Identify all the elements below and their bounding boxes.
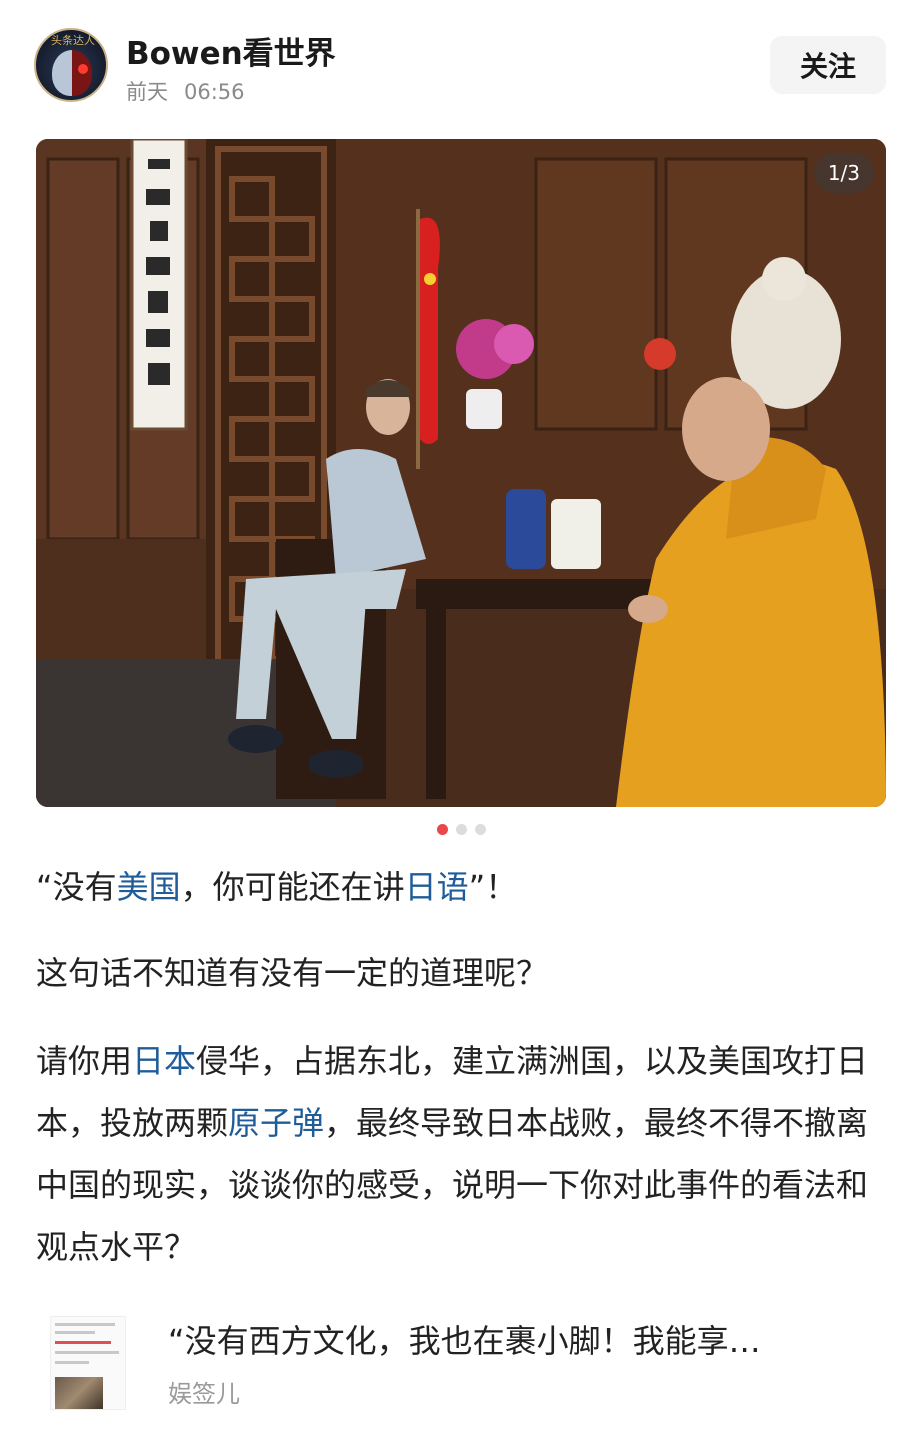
keyword-link[interactable]: 美国	[117, 868, 181, 906]
gallery-pagination	[0, 824, 922, 836]
author-name[interactable]: Bowen看世界	[126, 28, 336, 73]
post-header: 头条达人 Bowen看世界 前天 06:56 关注	[0, 0, 922, 130]
related-source: 娱签儿	[168, 1380, 240, 1408]
avatar-badge-text: 头条达人	[51, 34, 95, 47]
pagination-dot[interactable]	[436, 824, 448, 835]
article-text: “没有	[36, 868, 117, 906]
article-paragraph-2: 这句话不知道有没有一定的道理呢？	[36, 942, 876, 1004]
article-text: 这句话不知道有没有一定的道理呢？	[36, 954, 549, 992]
related-title[interactable]: “没有西方文化，我也在裹小脚！我能享…	[168, 1316, 868, 1362]
pagination-dot[interactable]	[455, 824, 467, 835]
photo-illustration	[36, 139, 886, 807]
post-time: 06:56	[184, 80, 245, 104]
follow-button[interactable]: 关注	[770, 36, 886, 94]
pagination-dot[interactable]	[474, 824, 486, 835]
post-image[interactable]: 1/3	[36, 139, 886, 807]
article-text: ”！	[468, 868, 518, 906]
keyword-link[interactable]: 日本	[132, 1042, 196, 1080]
avatar-eye-graphic	[78, 64, 88, 74]
article-paragraph-3: 请你用日本侵华，占据东北，建立满洲国，以及美国攻打日本，投放两颗原子弹，最终导致…	[36, 1030, 876, 1278]
keyword-link[interactable]: 日语	[405, 868, 469, 906]
related-thumbnail	[50, 1316, 126, 1410]
image-counter: 1/3	[813, 153, 874, 193]
post-date: 前天	[126, 80, 168, 104]
article-text: 请你用	[36, 1042, 133, 1080]
related-article-card[interactable]: “没有西方文化，我也在裹小脚！我能享… 娱签儿	[36, 1308, 886, 1418]
article-text: ，你可能还在讲	[180, 868, 405, 906]
keyword-link[interactable]: 原子弹	[228, 1104, 324, 1142]
article-paragraph-1: “没有美国，你可能还在讲日语”！	[36, 856, 876, 918]
post-meta: 前天 06:56	[126, 76, 261, 106]
author-avatar[interactable]: 头条达人	[34, 28, 108, 102]
